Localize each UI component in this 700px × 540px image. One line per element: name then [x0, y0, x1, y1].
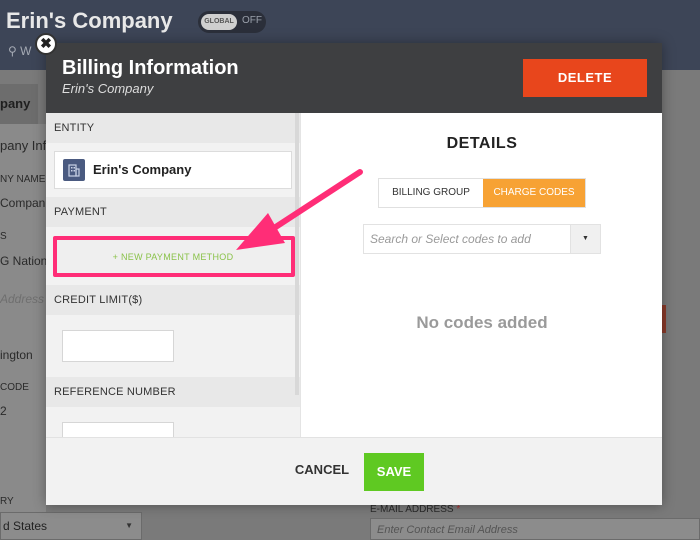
close-icon[interactable]: ✖	[35, 33, 57, 55]
annotation-arrow-icon	[236, 169, 363, 250]
